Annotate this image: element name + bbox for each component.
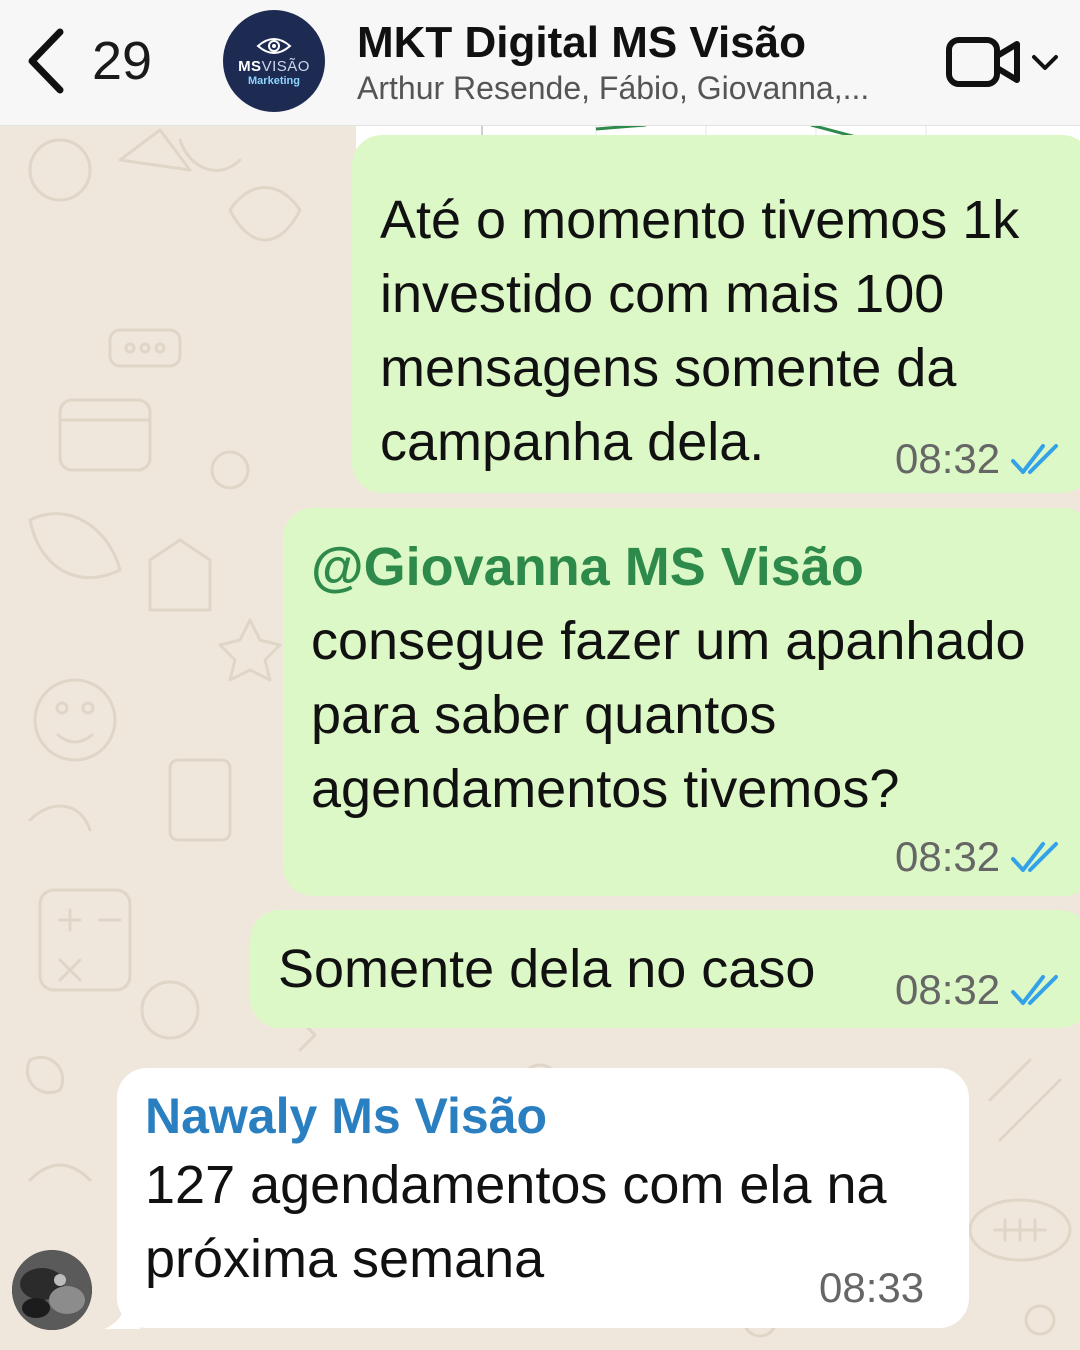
double-check-icon [1011,842,1059,872]
unread-count: 29 [92,31,153,91]
chat-participants[interactable]: Arthur Resende, Fábio, Giovanna,... [357,70,927,107]
chevron-left-icon [28,28,64,94]
message-time: 08:32 [895,966,1001,1013]
message-bubble-outgoing[interactable]: Até o momento tivemos 1k investido com m… [352,135,1080,493]
double-check-icon [1011,444,1059,474]
message-text-line: agendamentos tivemos? [311,759,900,819]
message-time: 08:32 [895,833,1001,880]
message-meta: 08:32 [895,966,1062,1014]
avatar-brand: MSVISÃO [238,57,310,75]
message-meta: 08:32 [895,833,1062,881]
avatar-photo [12,1250,92,1330]
sender-name[interactable]: Nawaly Ms Visão [145,1084,969,1148]
mention-link[interactable]: @Giovanna MS Visão [311,530,1080,604]
message-text-line: para saber quantos [311,685,777,745]
message-text-line: 127 agendamentos com ela na [145,1155,887,1215]
video-camera-icon [946,37,1020,87]
avatar-brand-bold: MS [238,57,262,75]
message-time: 08:33 [819,1264,925,1311]
message-bubble-incoming[interactable]: Nawaly Ms Visão 127 agendamentos com ela… [117,1068,969,1328]
video-call-button[interactable] [945,30,1075,94]
group-avatar[interactable]: MSVISÃO Marketing [223,10,325,112]
member-avatar[interactable] [12,1250,92,1330]
chat-header: 29 MSVISÃO Marketing MKT Digital MS Visã… [0,0,1080,126]
double-check-icon [1011,975,1059,1005]
message-text-line: investido com mais 100 [380,264,945,324]
message-meta: 08:32 [895,435,1062,483]
message-meta: 08:33 [819,1264,924,1312]
chevron-down-icon [1032,55,1058,70]
message-text-line: Até o momento tivemos 1k [380,190,1020,250]
message-bubble-outgoing[interactable]: @Giovanna MS Visão consegue fazer um apa… [283,508,1080,896]
message-list[interactable]: Até o momento tivemos 1k investido com m… [0,125,1080,1350]
avatar-subtext: Marketing [248,74,300,87]
message-text-line: mensagens somente da [380,338,957,398]
message-bubble-outgoing[interactable]: Somente dela no caso 08:32 [250,910,1080,1028]
message-time: 08:32 [895,435,1001,482]
back-button[interactable]: 29 [22,24,182,98]
eye-logo-icon [256,37,292,54]
avatar-brand-light: VISÃO [261,57,310,75]
chat-title[interactable]: MKT Digital MS Visão [357,18,937,68]
message-text-line: consegue fazer um apanhado [311,611,1026,671]
